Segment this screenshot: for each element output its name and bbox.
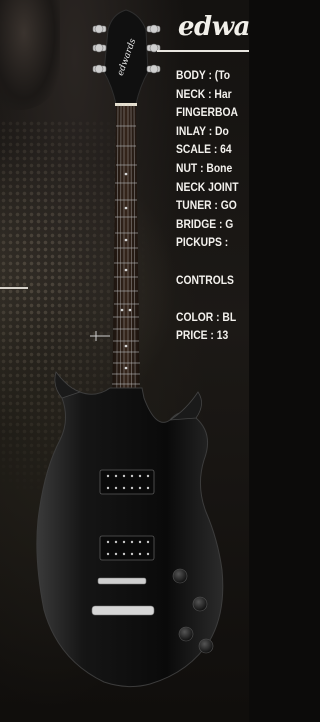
tune-o-matic-bridge xyxy=(97,577,147,585)
volume-knob-2 xyxy=(178,626,194,642)
spec-scale: SCALE : 64 xyxy=(176,142,232,157)
nut xyxy=(115,103,137,106)
spec-list: BODY : (To NECK : Har FINGERBOA INLAY : … xyxy=(176,66,249,345)
spec-pickups: PICKUPS : xyxy=(176,235,229,250)
tone-knob-1 xyxy=(192,596,208,612)
headstock: edwards xyxy=(103,9,149,105)
spec-spacer xyxy=(176,252,249,271)
brand-logo: edwa xyxy=(178,12,249,42)
tailpiece xyxy=(91,605,155,616)
spec-controls: CONTROLS xyxy=(176,272,234,287)
spec-neck-joint: NECK JOINT xyxy=(176,179,239,194)
bridge-pickup xyxy=(99,535,155,561)
spec-bridge: BRIDGE : G xyxy=(176,216,234,231)
neck-pickup xyxy=(99,469,155,495)
spec-nut: NUT : Bone xyxy=(176,160,233,175)
spec-inlay: INLAY : Do xyxy=(176,123,229,138)
brand-underline xyxy=(157,50,249,52)
spec-price: PRICE : 13 xyxy=(176,328,229,343)
spec-color: COLOR : BL xyxy=(176,309,237,324)
tone-knob-2 xyxy=(198,638,214,654)
volume-knob-1 xyxy=(172,568,188,584)
spec-body: BODY : (To xyxy=(176,68,231,82)
spec-tuner: TUNER : GO xyxy=(176,198,237,213)
spec-fingerboard: FINGERBOA xyxy=(176,105,238,120)
spec-spacer xyxy=(176,289,249,308)
pickup-selector-marker xyxy=(90,331,110,341)
spec-neck: NECK : Har xyxy=(176,86,232,101)
